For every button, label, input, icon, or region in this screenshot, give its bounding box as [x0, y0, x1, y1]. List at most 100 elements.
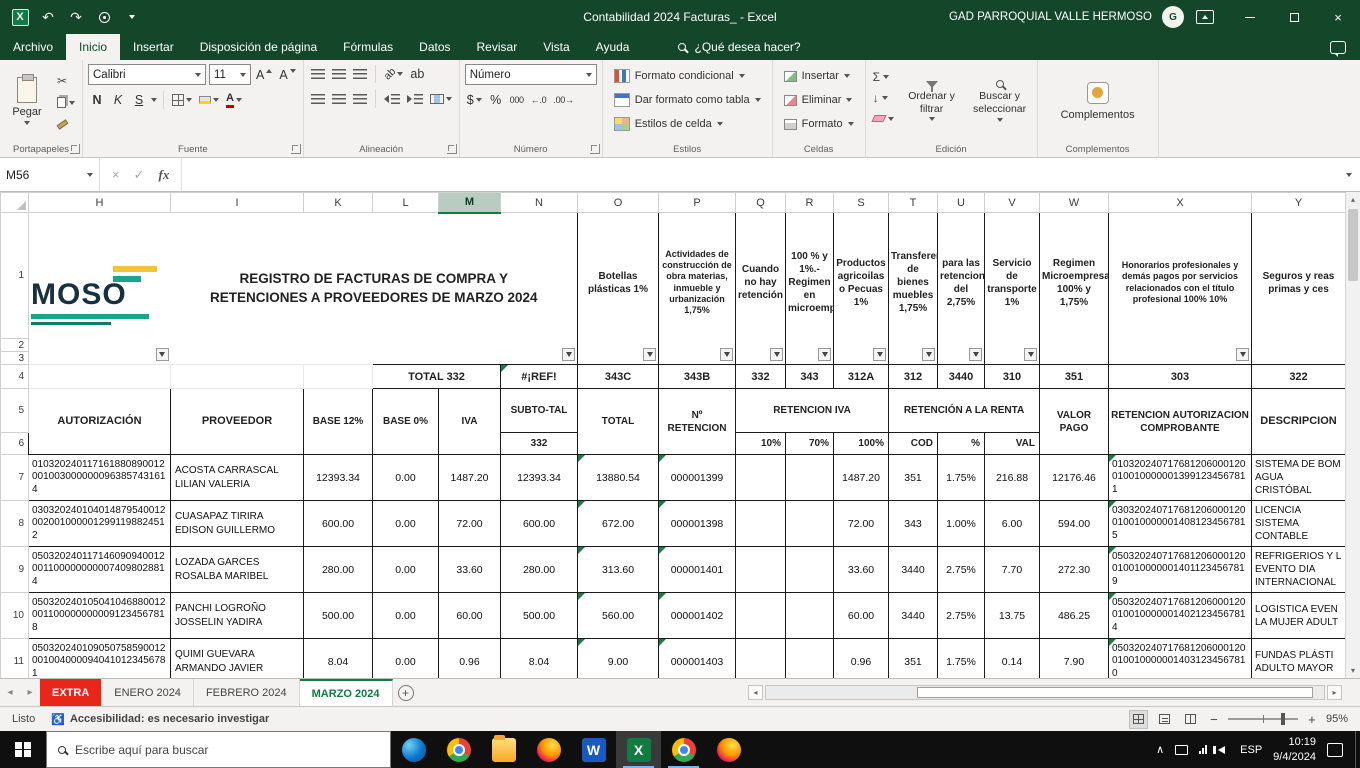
account-name[interactable]: GAD PARROQUIAL VALLE HERMOSO [949, 11, 1152, 23]
column-title-descripcion[interactable]: DESCRIPCION [1252, 389, 1346, 455]
cell[interactable]: 0503202401090507585900120010040000940410… [29, 639, 171, 679]
column-title-autorizacion[interactable]: AUTORIZACIÓN [29, 389, 171, 455]
sheet-tab-extra[interactable]: EXTRA [40, 679, 102, 706]
comments-icon[interactable] [1330, 41, 1346, 54]
sheet-tab-febrero-2024[interactable]: FEBRERO 2024 [194, 679, 300, 706]
cell[interactable]: 000001398 [659, 501, 736, 547]
cell[interactable]: 12393.34 [501, 455, 578, 501]
cell[interactable]: REFRIGERIOS Y L EVENTO DIA INTERNACIONAL [1252, 547, 1346, 593]
cell[interactable]: 9.00 [578, 639, 659, 679]
cell[interactable]: 0303202407176812060001200100100000014081… [1109, 501, 1252, 547]
taskbar-search-input[interactable]: Escribe aquí para buscar [46, 731, 391, 768]
menu-tab-archivo[interactable]: Archivo [0, 34, 66, 60]
cell[interactable]: 272.30 [1040, 547, 1109, 593]
cancel-button[interactable]: × [112, 167, 120, 182]
column-title-cod[interactable]: COD [889, 433, 938, 455]
find-select-button[interactable]: Buscar y seleccionar [968, 64, 1032, 138]
cell[interactable]: 351 [889, 455, 938, 501]
format-cells-button[interactable]: Formato [778, 112, 860, 136]
customize-qat-button[interactable] [120, 4, 144, 30]
horizontal-scroll-thumb[interactable] [917, 687, 1313, 698]
delete-cells-button[interactable]: Eliminar [778, 88, 860, 112]
row-header-1[interactable]: 1 [1, 213, 29, 339]
start-button[interactable] [0, 731, 46, 768]
cell[interactable]: 60.00 [834, 593, 889, 639]
cell[interactable]: 322 [1252, 365, 1346, 389]
filter-dropdown-icon[interactable] [1236, 348, 1249, 361]
column-title-pct[interactable]: % [938, 433, 985, 455]
taskbar-app-chrome-2[interactable] [661, 731, 706, 768]
sheet-tab-marzo-2024[interactable]: MARZO 2024 [300, 679, 393, 706]
cell[interactable]: 332 [736, 365, 786, 389]
zoom-slider-thumb[interactable] [1281, 713, 1285, 725]
column-header-M[interactable]: M [439, 193, 501, 213]
category-header-p[interactable]: Actividades de construcción de obra mate… [659, 213, 736, 365]
taskbar-app-file-explorer[interactable] [481, 731, 526, 768]
cell[interactable]: 560.00 [578, 593, 659, 639]
show-desktop-button[interactable] [1355, 731, 1360, 768]
cell[interactable] [736, 455, 786, 501]
taskbar-app-excel[interactable] [616, 731, 661, 768]
column-header-O[interactable]: O [578, 193, 659, 213]
cell[interactable]: 13880.54 [578, 455, 659, 501]
cell[interactable]: 000001399 [659, 455, 736, 501]
expand-formula-bar-button[interactable] [1338, 158, 1360, 191]
cell[interactable]: 672.00 [578, 501, 659, 547]
merge-center-button[interactable] [428, 89, 454, 109]
cell[interactable] [786, 593, 834, 639]
accessibility-status[interactable]: ♿ Accesibilidad: es necesario investigar [51, 713, 269, 726]
taskbar-app-firefox-2[interactable] [706, 731, 751, 768]
cell[interactable]: 343 [786, 365, 834, 389]
font-size-select[interactable]: 11 [209, 64, 251, 85]
menu-tab-disposicion-de-pagina[interactable]: Disposición de página [187, 34, 330, 60]
dialog-launcher-icon[interactable] [291, 144, 301, 154]
filter-dropdown-icon[interactable] [770, 348, 783, 361]
cell[interactable]: 72.00 [834, 501, 889, 547]
column-header-H[interactable]: H [29, 193, 171, 213]
dialog-launcher-icon[interactable] [70, 144, 80, 154]
clear-button[interactable] [871, 110, 896, 127]
cell[interactable]: QUIMI GUEVARA ARMANDO JAVIER [171, 639, 304, 679]
vertical-scroll-thumb[interactable] [1348, 209, 1358, 281]
close-button[interactable]: × [1316, 0, 1360, 34]
undo-button[interactable]: ↶ [36, 4, 60, 30]
cell[interactable]: 1487.20 [834, 455, 889, 501]
copy-button[interactable] [55, 94, 77, 111]
row-header-4[interactable]: 4 [1, 365, 29, 389]
cell[interactable]: 8.04 [501, 639, 578, 679]
align-bottom-button[interactable] [351, 64, 369, 84]
redo-button[interactable]: ↷ [64, 4, 88, 30]
menu-tab-revisar[interactable]: Revisar [464, 34, 531, 60]
taskbar-app-firefox[interactable] [526, 731, 571, 768]
cell[interactable] [786, 639, 834, 679]
category-header-w[interactable]: Regimen Microempresarial: 100% y 1,75% [1040, 213, 1109, 365]
logo-cell[interactable]: MOSO [29, 213, 171, 365]
cell[interactable]: 0.00 [373, 593, 439, 639]
column-title-70[interactable]: 70% [786, 433, 834, 455]
column-title-total[interactable]: TOTAL [578, 389, 659, 455]
paste-button[interactable]: Pegar [5, 64, 49, 138]
column-header-I[interactable]: I [171, 193, 304, 213]
cell[interactable]: 2.75% [938, 547, 985, 593]
cell[interactable]: SISTEMA DE BOM AGUA CRISTÓBAL [1252, 455, 1346, 501]
decrease-indent-button[interactable] [382, 89, 402, 109]
menu-tab-datos[interactable]: Datos [406, 34, 463, 60]
increase-font-button[interactable]: A [254, 65, 274, 85]
taskbar-app-word[interactable] [571, 731, 616, 768]
column-header-Q[interactable]: Q [736, 193, 786, 213]
cell[interactable]: LOZADA GARCES ROSALBA MARIBEL [171, 547, 304, 593]
cell[interactable]: 343B [659, 365, 736, 389]
align-left-button[interactable] [309, 89, 327, 109]
category-header-s[interactable]: Productos agricoilas o Pecuas 1% [834, 213, 889, 365]
sort-filter-button[interactable]: Ordenar y filtrar [900, 64, 964, 138]
cell[interactable]: 500.00 [304, 593, 373, 639]
dialog-launcher-icon[interactable] [447, 144, 457, 154]
cell[interactable] [736, 547, 786, 593]
cell[interactable]: 12176.46 [1040, 455, 1109, 501]
column-title-proveedor[interactable]: PROVEEDOR [171, 389, 304, 455]
touch-mode-button[interactable] [92, 4, 116, 30]
cell[interactable]: LOGISTICA EVEN LA MUJER ADULT [1252, 593, 1346, 639]
cell[interactable]: 351 [1040, 365, 1109, 389]
column-header-U[interactable]: U [938, 193, 985, 213]
column-title-retencion-iva[interactable]: RETENCION IVA [736, 389, 889, 433]
